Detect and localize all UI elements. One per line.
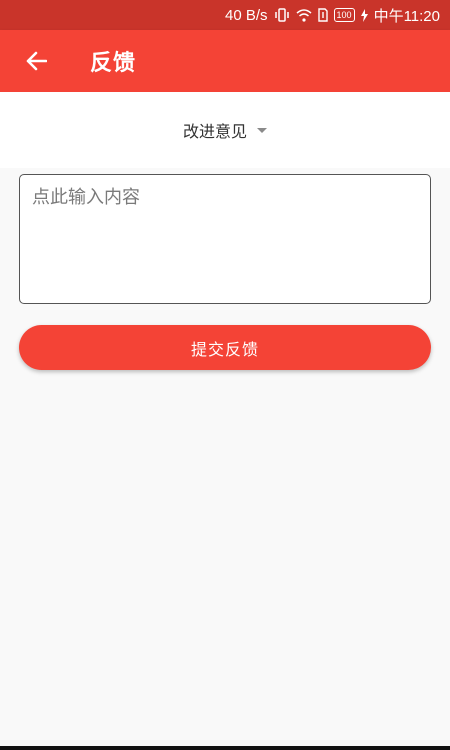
feedback-content-input[interactable] [19, 174, 431, 304]
chevron-down-icon [257, 127, 267, 133]
app-bar: 反馈 [0, 30, 450, 92]
wifi-icon [296, 8, 312, 22]
back-button[interactable] [20, 45, 52, 77]
charging-icon [360, 8, 368, 22]
feedback-type-row: 改进意见 [0, 92, 450, 168]
bottom-edge [0, 746, 450, 750]
network-speed: 40 B/s [225, 6, 268, 24]
submit-feedback-button[interactable]: 提交反馈 [19, 325, 431, 370]
battery-icon: 100 [333, 8, 355, 22]
vibrate-icon [274, 8, 290, 22]
arrow-left-icon [26, 51, 47, 71]
sim-icon [317, 8, 328, 22]
clock: 中午11:20 [373, 7, 440, 25]
feedback-type-value: 改进意见 [182, 122, 247, 141]
page-title: 反馈 [90, 51, 137, 76]
status-bar: 40 B/s 100 中午11:20 [0, 0, 450, 30]
feedback-type-dropdown[interactable]: 改进意见 [183, 118, 267, 142]
